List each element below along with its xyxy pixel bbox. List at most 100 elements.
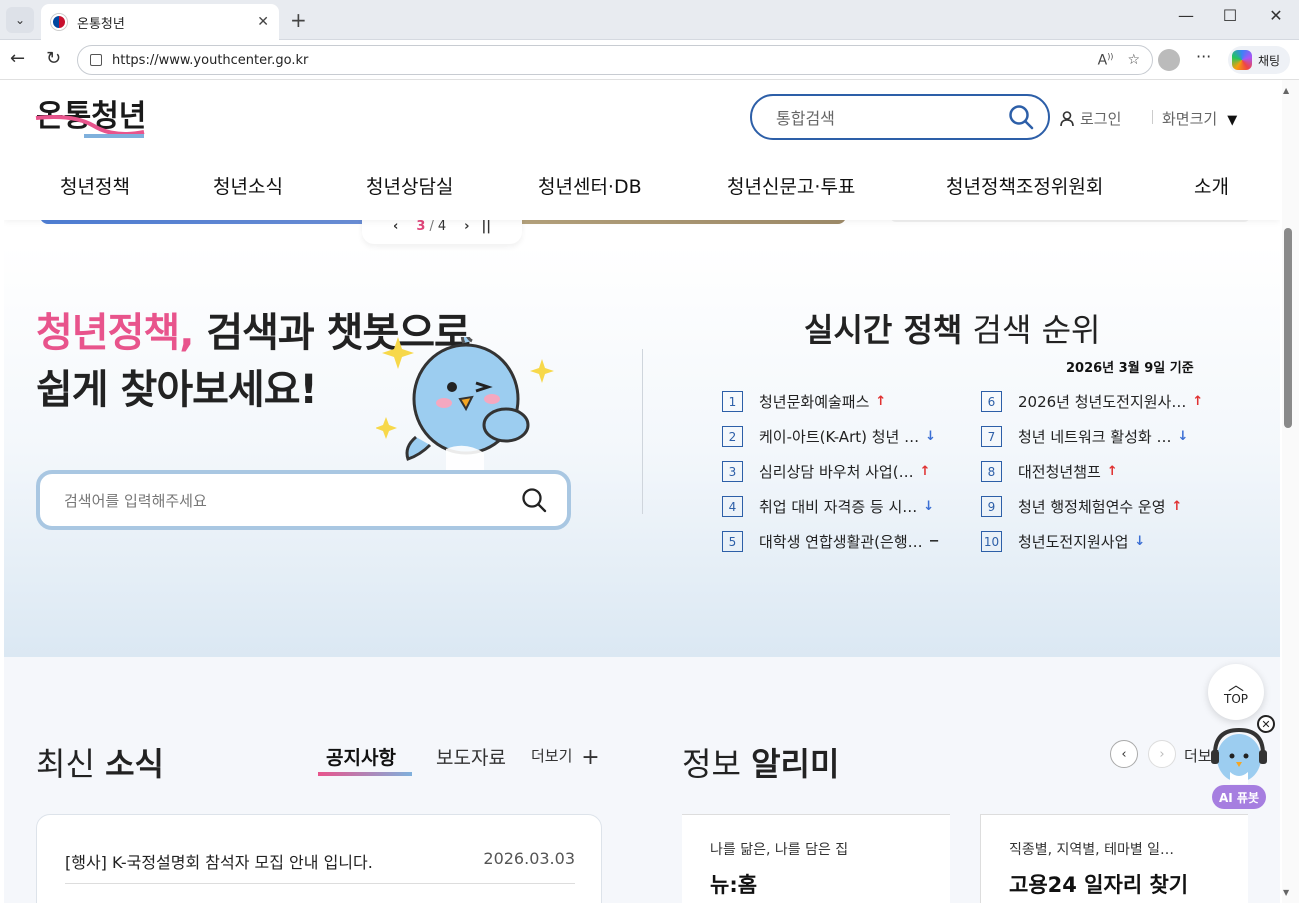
ranking-item[interactable]: 3 심리상담 바우처 사업(… ↑ [722,461,931,482]
hero-section: 청년정책, 검색과 챗봇으로 쉽게 찾아보세요! 검색어를 입력해주세요 실시간… [4,245,1280,657]
copilot-label: 채팅 [1258,53,1281,68]
tab-title: 온통청년 [77,16,125,32]
copilot-icon [1232,50,1252,70]
search-icon[interactable] [1008,104,1034,130]
ranking-number: 10 [981,531,1002,552]
info-card-jobs[interactable]: 직종별, 지역별, 테마별 일… 고용24 일자리 찾기 [980,814,1248,903]
ranking-text: 케이-아트(K-Art) 청년 … [759,428,920,446]
ranking-text: 대전청년챔프 [1018,463,1101,481]
news-more-link[interactable]: 더보기 + [531,745,600,770]
caret-down-icon: ▼ [1227,113,1238,128]
hero-title-line2: 쉽게 찾아보세요! [36,367,318,413]
ranking-number: 7 [981,426,1002,447]
minimize-icon[interactable]: — [1166,6,1206,25]
header-search-placeholder: 통합검색 [776,109,835,128]
nav-item-petition-vote[interactable]: 청년신문고·투표 [727,172,855,199]
maximize-icon[interactable]: ☐ [1210,6,1250,25]
address-bar[interactable]: https://www.youthcenter.go.kr A)) ☆ [77,45,1153,75]
login-link[interactable]: 로그인 [1060,108,1121,129]
ranking-title: 실시간 정책 검색 순위 [804,305,1100,351]
prev-chevron-icon[interactable]: ‹ [393,219,398,234]
info-card-subtitle: 나를 닮은, 나를 담은 집 [710,842,849,858]
new-tab-icon[interactable]: + [290,8,307,32]
trend-up-icon: ↑ [1171,499,1183,514]
search-icon[interactable] [521,487,547,513]
close-icon[interactable]: ✕ [257,14,269,30]
ranking-number: 8 [981,461,1002,482]
news-item[interactable]: [행사] K-국정설명회 참석자 모집 안내 입니다. 2026.03.03 [65,849,575,873]
nav-item-committee[interactable]: 청년정책조정위원회 [946,172,1103,199]
info-card-title: 뉴:홈 [710,873,758,897]
ranking-item[interactable]: 6 2026년 청년도전지원사… ↑ [981,391,1203,412]
divider [642,349,643,514]
scroll-down-arrow-icon[interactable]: ▼ [1283,888,1289,897]
trend-down-icon: ↓ [925,429,937,444]
tab-notice[interactable]: 공지사항 [326,743,396,770]
nav-item-about[interactable]: 소개 [1194,172,1229,199]
hero-title-highlight: 청년정책, [36,310,194,356]
info-title-bold: 알리미 [751,745,840,783]
info-title-light: 정보 [682,745,752,783]
ranking-item[interactable]: 1 청년문화예술패스 ↑ [722,391,886,412]
nav-item-news[interactable]: 청년소식 [213,172,283,199]
main-nav: 청년정책 청년소식 청년상담실 청년센터·DB 청년신문고·투표 청년정책조정위… [4,172,1280,212]
next-chevron-icon[interactable]: › [464,219,469,234]
scrollbar-thumb[interactable] [1284,228,1292,428]
ranking-item[interactable]: 5 대학생 연합생활관(은행… − [722,531,940,552]
ranking-number: 2 [722,426,743,447]
page-scrollbar[interactable] [1282,80,1299,903]
browser-tab-strip: ⌄ 온통청년 ✕ + — ☐ ✕ [0,0,1299,40]
ai-chatbot-label[interactable]: AI 퓨봇 [1212,785,1266,809]
nav-item-policy[interactable]: 청년정책 [60,172,130,199]
header-search-box[interactable]: 통합검색 [750,94,1050,140]
hero-search-placeholder: 검색어를 입력해주세요 [64,491,207,510]
ranking-item[interactable]: 4 취업 대비 자격증 등 시… ↓ [722,496,934,517]
ranking-item[interactable]: 2 케이-아트(K-Art) 청년 … ↓ [722,426,936,447]
info-next-button[interactable]: › [1148,740,1176,768]
trend-up-icon: ↑ [1106,464,1118,479]
news-title-light: 최신 [36,745,106,783]
browser-tab[interactable]: 온통청년 ✕ [41,4,279,40]
ranking-number: 3 [722,461,743,482]
info-card-newhome[interactable]: 나를 닮은, 나를 담은 집 뉴:홈 [682,814,950,903]
trend-down-icon: ↓ [1177,429,1189,444]
pause-icon[interactable]: || [481,219,491,234]
nav-item-counseling[interactable]: 청년상담실 [366,172,453,199]
ranking-number: 6 [981,391,1002,412]
scroll-up-arrow-icon[interactable]: ▲ [1283,86,1289,95]
back-arrow-icon[interactable]: ← [10,48,25,69]
ranking-text: 대학생 연합생활관(은행… [759,533,923,551]
ranking-title-rest: 검색 순위 [962,311,1101,349]
ranking-text: 청년 행정체험연수 운영 [1018,498,1166,516]
tab-list-button[interactable]: ⌄ [6,7,34,33]
reload-icon[interactable]: ↻ [46,48,61,69]
scroll-top-button[interactable]: ︿ TOP [1208,664,1264,720]
ranking-text: 취업 대비 자격증 등 시… [759,498,918,516]
ranking-item[interactable]: 9 청년 행정체험연수 운영 ↑ [981,496,1182,517]
favorite-star-icon[interactable]: ☆ [1127,52,1140,68]
news-title-bold: 소식 [105,745,164,783]
close-icon[interactable]: ✕ [1257,715,1275,733]
nav-item-center-db[interactable]: 청년센터·DB [538,172,642,199]
trend-down-icon: ↓ [923,499,935,514]
lock-icon [90,54,102,66]
ranking-text: 청년도전지원사업 [1018,533,1129,551]
copilot-button[interactable]: 채팅 [1228,46,1290,74]
ranking-item[interactable]: 10 청년도전지원사업 ↓ [981,531,1145,552]
profile-avatar[interactable] [1158,49,1180,71]
info-prev-button[interactable]: ‹ [1110,740,1138,768]
more-menu-icon[interactable]: ··· [1196,47,1211,66]
window-close-icon[interactable]: ✕ [1256,6,1296,25]
site-logo[interactable]: 온통청년 [34,88,154,144]
ranking-item[interactable]: 8 대전청년챔프 ↑ [981,461,1118,482]
tab-press[interactable]: 보도자료 [436,743,506,770]
ranking-item[interactable]: 7 청년 네트워크 활성화 … ↓ [981,426,1188,447]
read-aloud-icon[interactable]: A)) [1098,52,1114,69]
news-item-date: 2026.03.03 [483,849,575,868]
plus-icon: + [581,745,600,770]
ranking-number: 5 [722,531,743,552]
font-size-label: 화면크기 [1162,110,1218,128]
font-size-dropdown[interactable]: 화면크기 ▼ [1162,108,1237,129]
hero-search-box[interactable]: 검색어를 입력해주세요 [36,470,571,530]
active-tab-indicator [318,772,412,776]
